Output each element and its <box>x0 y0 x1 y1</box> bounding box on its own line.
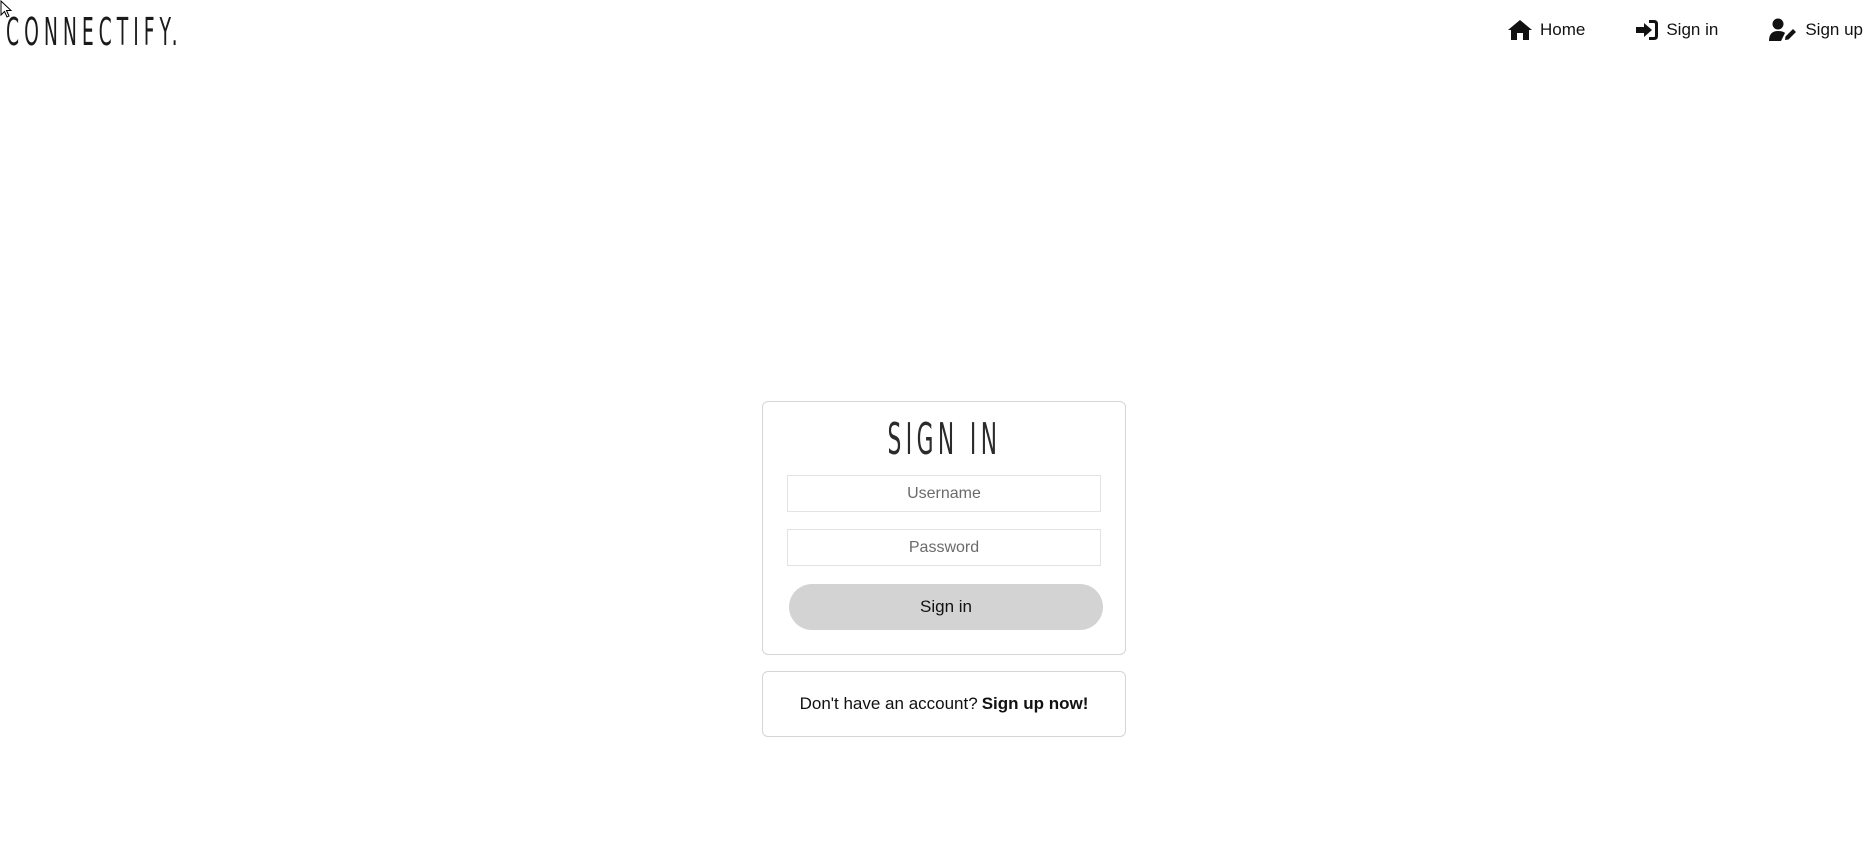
nav-signup-label: Sign up <box>1805 20 1863 39</box>
password-input[interactable] <box>787 529 1101 566</box>
brand-logo[interactable]: CONNECTIFY. <box>6 10 183 54</box>
signin-title-text: SIGN IN <box>887 414 1001 465</box>
signin-form: SIGN IN Sign in <box>762 401 1126 655</box>
user-edit-icon <box>1769 18 1797 41</box>
top-navbar: CONNECTIFY. Home Sign in Sign up <box>0 0 1871 70</box>
home-icon <box>1507 20 1532 40</box>
nav-home-link[interactable]: Home <box>1507 19 1585 41</box>
nav-home-label: Home <box>1539 20 1586 39</box>
signin-title: SIGN IN <box>763 412 1125 468</box>
signup-prompt-text: Don't have an account? <box>799 694 978 713</box>
nav-signin-link[interactable]: Sign in <box>1635 19 1718 41</box>
nav-signup-link[interactable]: Sign up <box>1768 18 1863 42</box>
nav-links: Home Sign in Sign up <box>1507 18 1863 42</box>
signup-prompt-card: Don't have an account? Sign up now! <box>762 671 1126 737</box>
username-input[interactable] <box>787 475 1101 512</box>
nav-signin-label: Sign in <box>1666 20 1719 39</box>
signup-now-link[interactable]: Sign up now! <box>982 694 1089 714</box>
signin-submit-button[interactable]: Sign in <box>789 584 1103 630</box>
sign-in-icon <box>1636 20 1659 40</box>
